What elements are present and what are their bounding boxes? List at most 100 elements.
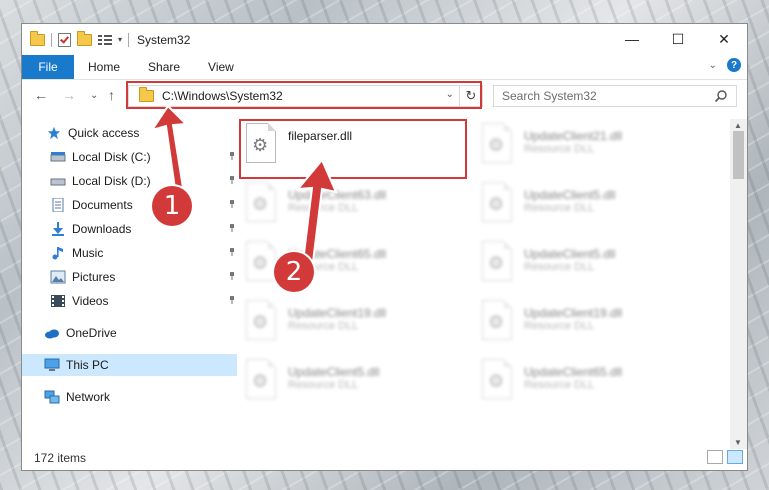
dll-file-icon: ⚙	[244, 182, 280, 224]
tab-home[interactable]: Home	[74, 55, 134, 79]
address-path[interactable]: C:\Windows\System32	[162, 89, 283, 103]
toolbar-dropdown-icon[interactable]: ▾	[118, 35, 122, 44]
sidebar-item-label: Downloads	[72, 222, 132, 236]
network-icon	[44, 390, 60, 404]
videos-icon	[51, 295, 65, 307]
toolbar-separator	[128, 32, 130, 47]
file-name: UpdateClient65.dll	[524, 365, 623, 379]
file-type: Resource DLL	[524, 379, 595, 391]
sidebar-item-local-disk-d[interactable]: Local Disk (D:)	[22, 170, 243, 192]
vertical-scrollbar[interactable]: ▲ ▼	[730, 119, 747, 449]
drive-icon	[50, 152, 66, 162]
close-button[interactable]: ✕	[701, 24, 747, 54]
tab-view[interactable]: View	[194, 55, 248, 79]
up-button[interactable]: ↑	[108, 87, 115, 103]
star-icon	[47, 126, 61, 140]
list-item[interactable]: ⚙ UpdateClient63.dll Resource DLL	[244, 182, 464, 234]
file-item-highlighted[interactable]: ⚙ fileparser.dll	[244, 123, 464, 175]
file-type: Resource DLL	[524, 261, 595, 273]
back-button[interactable]: ←	[34, 87, 48, 103]
refresh-button[interactable]: ↻	[459, 86, 482, 106]
dll-file-icon: ⚙	[244, 123, 280, 165]
list-item[interactable]: ⚙ UpdateClient5.dll Resource DLL	[480, 182, 700, 234]
address-bar[interactable]: C:\Windows\System32 ⌄ ↻	[128, 85, 483, 107]
file-name: UpdateClient5.dll	[288, 365, 380, 379]
list-item[interactable]: ⚙ UpdateClient19.dll Resource DLL	[244, 300, 464, 352]
properties-check-icon[interactable]	[58, 32, 71, 47]
list-item[interactable]: ⚙ UpdateClient5.dll Resource DLL	[480, 241, 700, 293]
sidebar-item-label: Pictures	[72, 270, 116, 284]
sidebar-item-label: Music	[72, 246, 104, 260]
dll-file-icon: ⚙	[480, 241, 516, 283]
file-name: UpdateClient19.dll	[524, 306, 623, 320]
file-name: UpdateClient5.dll	[524, 247, 616, 261]
customize-icon[interactable]	[98, 33, 112, 46]
sidebar-item-downloads[interactable]: Downloads	[22, 218, 243, 240]
file-type: Resource DLL	[288, 379, 359, 391]
ribbon-expand-icon[interactable]: ⌄	[709, 60, 717, 71]
step-2-badge: 2	[274, 252, 314, 292]
scroll-up-icon[interactable]: ▲	[734, 121, 742, 130]
title-bar: ▾ System32 — ☐ ✕	[22, 24, 747, 55]
file-name: UpdateClient63.dll	[288, 188, 387, 202]
list-item[interactable]: ⚙ UpdateClient65.dll Resource DLL	[480, 359, 700, 411]
sidebar-item-pictures[interactable]: Pictures	[22, 266, 243, 288]
dll-file-icon: ⚙	[480, 123, 516, 165]
sidebar-item-quick-access[interactable]: Quick access	[22, 122, 239, 144]
status-bar: 172 items	[22, 446, 747, 470]
recent-locations-button[interactable]: ⌄	[90, 90, 98, 101]
sidebar-item-label: Network	[66, 390, 111, 404]
sidebar-item-onedrive[interactable]: OneDrive	[22, 322, 237, 344]
sidebar-item-videos[interactable]: Videos	[22, 290, 243, 312]
sidebar-item-label: Documents	[72, 198, 133, 212]
folder-icon	[139, 87, 154, 102]
file-type: Resource DLL	[288, 320, 359, 332]
file-type: Resource DLL	[524, 202, 595, 214]
details-view-button[interactable]	[707, 450, 723, 464]
toolbar-separator	[51, 32, 52, 47]
dll-file-icon: ⚙	[244, 359, 280, 401]
quick-access-toolbar: ▾	[22, 30, 130, 47]
sidebar-item-music[interactable]: Music	[22, 242, 243, 264]
forward-button[interactable]: →	[62, 87, 76, 103]
large-icons-view-button[interactable]	[727, 450, 743, 464]
sidebar-item-this-pc[interactable]: This PC	[22, 354, 237, 376]
search-input[interactable]: Search System32	[502, 89, 597, 103]
file-type: Resource DLL	[524, 320, 595, 332]
minimize-button[interactable]: —	[609, 24, 655, 54]
search-icon[interactable]	[714, 89, 728, 103]
list-item[interactable]: ⚙ UpdateClient21.dll Resource DLL	[480, 123, 700, 175]
sidebar-item-label: Videos	[72, 294, 109, 308]
navigation-pane: Quick access Local Disk (C:) Local Disk …	[22, 119, 237, 419]
file-name: UpdateClient19.dll	[288, 306, 387, 320]
file-name: UpdateClient5.dll	[524, 188, 616, 202]
dll-file-icon: ⚙	[244, 300, 280, 342]
tab-file[interactable]: File	[22, 55, 74, 79]
sidebar-item-label: Local Disk (D:)	[72, 174, 151, 188]
sidebar-item-network[interactable]: Network	[22, 386, 237, 408]
window-controls: — ☐ ✕	[609, 24, 747, 54]
downloads-icon	[52, 222, 64, 236]
maximize-button[interactable]: ☐	[655, 24, 701, 54]
list-item[interactable]: ⚙ UpdateClient19.dll Resource DLL	[480, 300, 700, 352]
view-toggle	[707, 450, 743, 464]
computer-icon	[44, 358, 60, 371]
new-folder-icon[interactable]	[77, 30, 92, 46]
search-box[interactable]: Search System32	[493, 85, 737, 107]
ribbon-right-controls: ⌄ ?	[709, 58, 741, 72]
file-type: Resource DLL	[524, 143, 595, 155]
list-item[interactable]: ⚙ UpdateClient5.dll Resource DLL	[244, 359, 464, 411]
sidebar-item-label: Quick access	[68, 126, 140, 140]
sidebar-item-local-disk-c[interactable]: Local Disk (C:)	[22, 146, 243, 168]
music-icon	[52, 247, 63, 260]
ribbon-tabs: File Home Share View ⌄ ?	[22, 55, 747, 80]
cloud-icon	[45, 329, 59, 339]
dll-file-icon: ⚙	[480, 182, 516, 224]
help-icon[interactable]: ?	[727, 58, 741, 72]
address-dropdown-icon[interactable]: ⌄	[446, 89, 454, 100]
file-name: fileparser.dll	[288, 129, 353, 143]
scroll-thumb[interactable]	[733, 131, 744, 179]
window-title: System32	[137, 32, 191, 47]
tab-share[interactable]: Share	[134, 55, 194, 79]
sidebar-item-documents[interactable]: Documents	[22, 194, 243, 216]
